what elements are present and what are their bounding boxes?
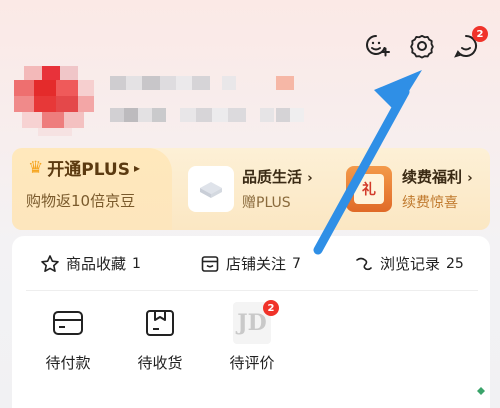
order-pending-receipt[interactable]: 待收货 (120, 306, 200, 373)
card-divider (26, 290, 478, 291)
open-plus-subtitle: 购物返10倍京豆 (26, 192, 136, 210)
shop-icon (201, 255, 219, 272)
gift-box-icon (200, 182, 222, 198)
avatar[interactable] (14, 66, 100, 138)
watermark-logo (472, 382, 490, 400)
messages-badge: 2 (472, 26, 488, 42)
quality-life-title[interactable]: 品质生活 › (242, 166, 313, 187)
order-pending-payment[interactable]: 待付款 (28, 306, 108, 373)
gift-tag-icon: 礼 (354, 174, 384, 204)
stat-favorites[interactable]: 商品收藏 1 (40, 253, 141, 274)
person-add-icon (366, 35, 390, 57)
order-pending-review[interactable]: JD 2 待评价 (212, 300, 292, 373)
footprint-icon (356, 257, 372, 270)
chevron-right-icon: › (467, 171, 473, 186)
watermark-icon (472, 382, 490, 400)
renew-benefit-subtitle: 续费惊喜 (402, 195, 458, 211)
quality-life-subtitle: 赠PLUS (242, 195, 291, 211)
gear-icon (410, 34, 434, 59)
chevron-right-icon: ▸ (133, 160, 141, 175)
messages-button[interactable]: 2 (448, 26, 488, 64)
settings-button[interactable] (404, 28, 440, 64)
wallet-icon (53, 311, 83, 335)
renew-benefit-title[interactable]: 续费福利 › (402, 166, 473, 187)
add-friend-button[interactable] (358, 28, 394, 64)
quality-life-thumbnail[interactable] (188, 166, 234, 212)
star-icon (41, 254, 59, 272)
renew-benefit-thumbnail[interactable]: 礼 (346, 166, 392, 212)
chevron-right-icon: › (307, 171, 313, 186)
open-plus-title[interactable]: ♛ 开通PLUS ▸ (28, 155, 141, 181)
stat-browsing-history[interactable]: 浏览记录 25 (354, 253, 464, 274)
package-icon (146, 310, 174, 336)
review-badge: 2 (263, 300, 279, 316)
crown-icon: ♛ (28, 157, 44, 178)
stat-followed-shops[interactable]: 店铺关注 7 (200, 253, 301, 274)
